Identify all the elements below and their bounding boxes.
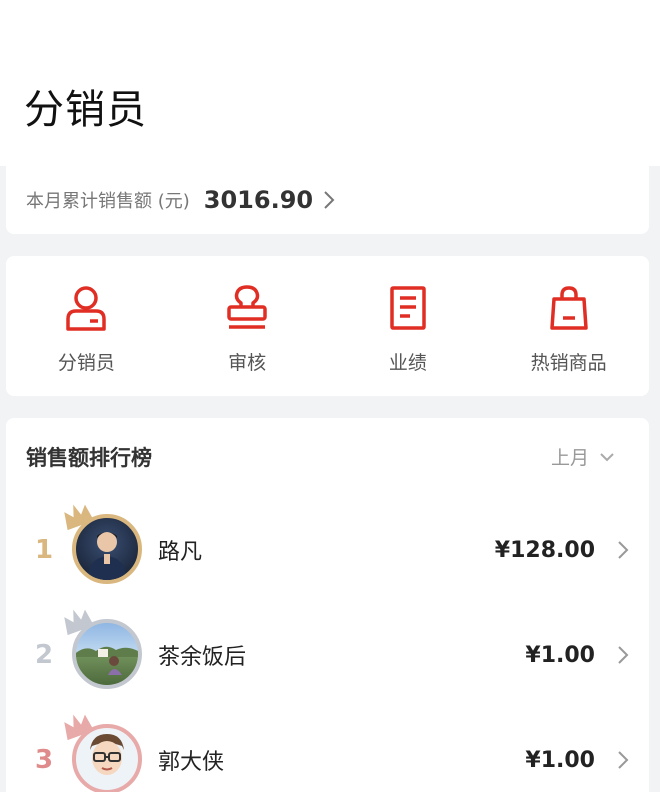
crown-icon <box>64 504 94 530</box>
crown-icon <box>64 714 94 740</box>
page-title: 分销员 <box>24 87 147 133</box>
header: 分销员 <box>0 0 660 166</box>
sales-ranking: 销售额排行榜 上月 1 路凡 ¥128.00 2 茶余饭后 ¥1.00 3 郭大… <box>6 418 649 792</box>
crown-icon <box>64 609 94 635</box>
ranking-name: 茶余饭后 <box>158 645 247 670</box>
ranking-amount: ¥1.00 <box>525 642 595 668</box>
shopping-bag-icon <box>546 284 592 332</box>
document-icon <box>385 284 431 332</box>
summary-label: 本月累计销售额 (元) <box>26 191 190 212</box>
rank-number: 2 <box>34 640 54 670</box>
quick-menu: 分销员 审核 业绩 热销商品 <box>6 256 649 396</box>
person-icon <box>63 284 109 332</box>
chevron-down-icon <box>599 447 615 466</box>
chevron-right-icon[interactable] <box>323 190 335 210</box>
ranking-name: 路凡 <box>158 540 203 565</box>
chevron-right-icon <box>617 645 629 665</box>
rank-number: 1 <box>34 535 54 565</box>
avatar <box>64 609 144 691</box>
ranking-amount: ¥128.00 <box>494 537 595 563</box>
ranking-name: 郭大侠 <box>158 750 225 775</box>
ranking-title: 销售额排行榜 <box>26 446 152 470</box>
menu-label: 分销员 <box>57 352 115 374</box>
avatar <box>64 714 144 792</box>
chevron-right-icon <box>617 540 629 560</box>
menu-item-performance[interactable]: 业绩 <box>328 256 489 396</box>
menu-label: 业绩 <box>388 352 427 374</box>
rank-number: 3 <box>34 745 54 775</box>
ranking-row[interactable]: 3 郭大侠 ¥1.00 <box>6 714 649 792</box>
menu-label: 热销商品 <box>530 352 607 374</box>
ranking-row[interactable]: 1 路凡 ¥128.00 <box>6 504 649 590</box>
menu-item-review[interactable]: 审核 <box>167 256 328 396</box>
menu-item-hot-products[interactable]: 热销商品 <box>488 256 649 396</box>
period-select[interactable]: 上月 <box>551 443 615 470</box>
avatar <box>64 504 144 586</box>
period-label: 上月 <box>550 447 589 469</box>
menu-label: 审核 <box>228 352 267 374</box>
summary-value: 3016.90 <box>203 186 314 214</box>
stamp-icon <box>224 284 270 332</box>
chevron-right-icon <box>617 750 629 770</box>
ranking-row[interactable]: 2 茶余饭后 ¥1.00 <box>6 609 649 695</box>
sales-summary[interactable]: 本月累计销售额 (元) 3016.90 <box>6 166 649 234</box>
menu-item-distributors[interactable]: 分销员 <box>6 256 167 396</box>
ranking-amount: ¥1.00 <box>525 747 595 773</box>
